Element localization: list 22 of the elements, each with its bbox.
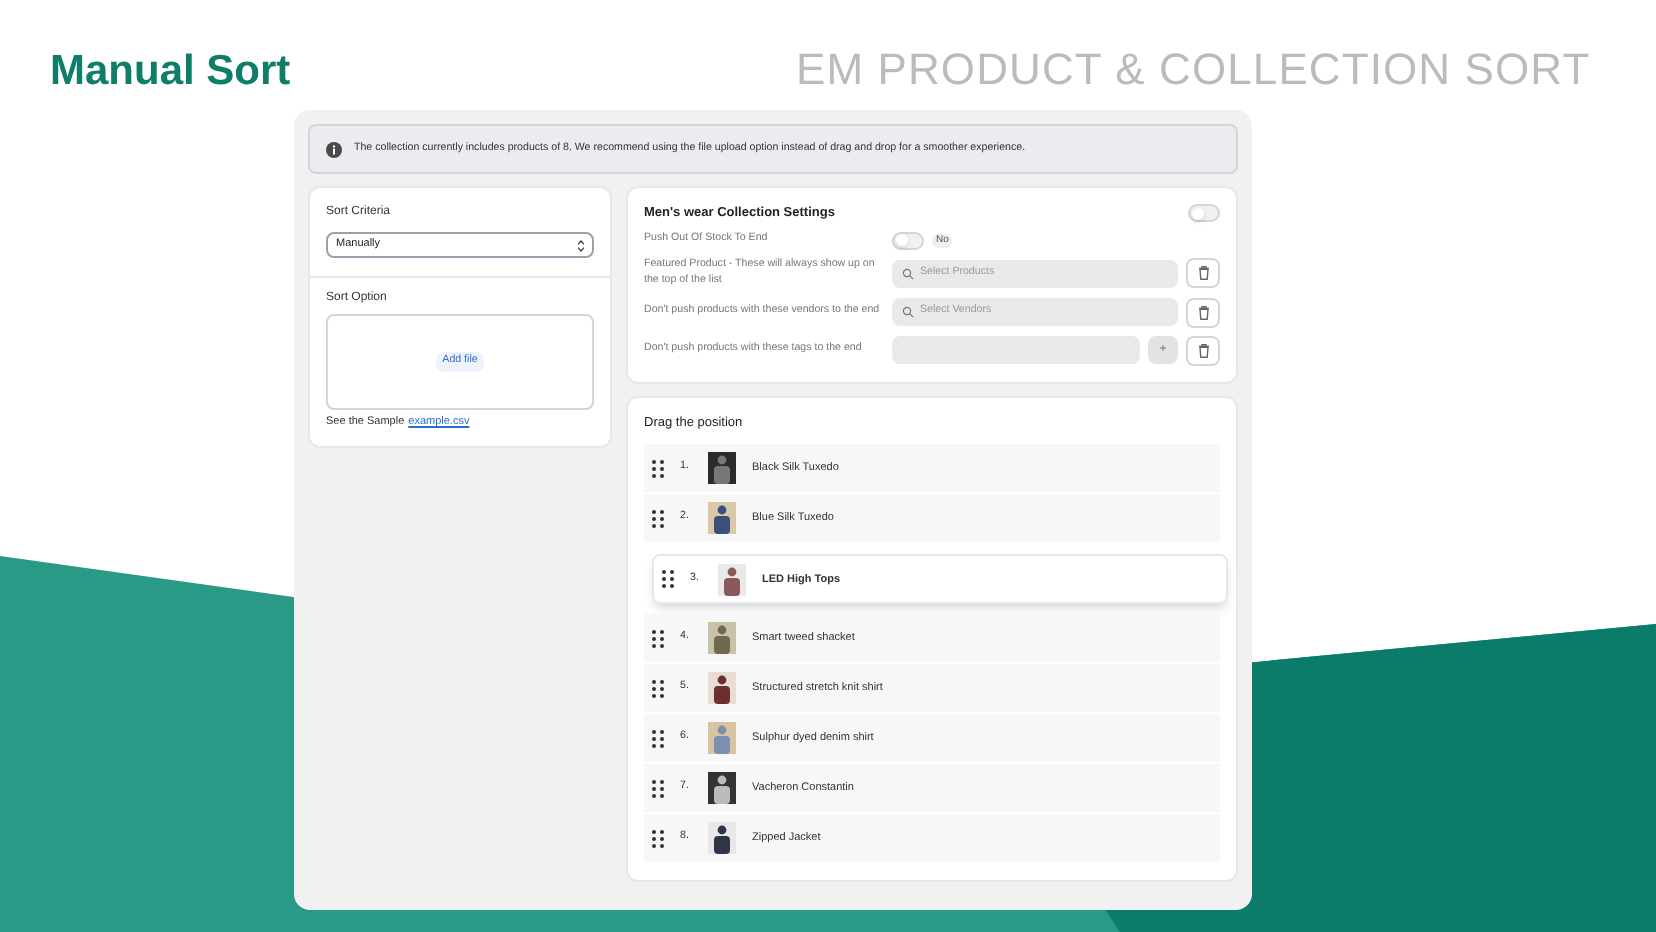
delete-button[interactable] [1186,258,1220,289]
drag-handle-icon[interactable] [652,729,664,748]
drag-handle-icon[interactable] [662,570,674,589]
search-icon [902,267,914,280]
drag-handle-icon[interactable] [652,629,664,648]
delete-button[interactable] [1186,297,1220,328]
drag-handle-icon[interactable] [652,779,664,798]
delete-button[interactable] [1186,335,1220,366]
select-chevron-icon [578,239,584,251]
trash-icon [1197,305,1209,320]
trash-icon [1197,266,1209,281]
info-icon [326,141,342,157]
drag-handle-icon[interactable] [652,829,664,848]
toggle-switch[interactable] [892,231,924,250]
brand-title: EM PRODUCT & COLLECTION SORT [796,42,1591,98]
hero-title: Manual Sort [50,46,291,98]
drag-handle-icon[interactable] [652,509,664,528]
toggle-switch[interactable] [1188,204,1220,223]
drag-handle-icon[interactable] [652,459,664,478]
search-icon [902,306,914,319]
trash-icon [1197,343,1209,358]
drag-handle-icon[interactable] [652,679,664,698]
